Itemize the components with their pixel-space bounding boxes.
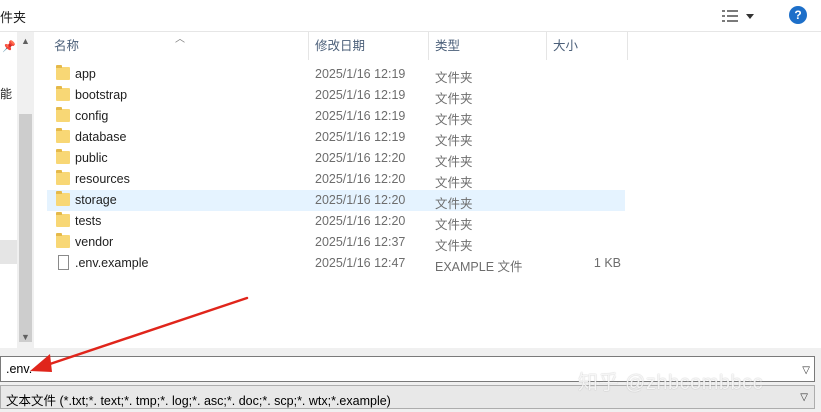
file-date: 2025/1/16 12:19 [315, 67, 406, 81]
folder-icon [56, 65, 70, 80]
help-button[interactable]: ? [789, 6, 807, 24]
file-type: 文件夹 [435, 155, 473, 169]
file-row[interactable]: database 2025/1/16 12:19 文件夹 [47, 127, 625, 148]
file-type: 文件夹 [435, 71, 473, 85]
column-header: ︿ 名称 修改日期 类型 大小 [34, 32, 821, 60]
file-type: 文件夹 [435, 113, 473, 127]
file-name: config [75, 109, 109, 123]
folder-icon [56, 149, 70, 164]
folder-icon [56, 212, 70, 227]
folder-icon [56, 86, 70, 101]
nav-item-selected[interactable] [0, 240, 17, 264]
file-row[interactable]: vendor 2025/1/16 12:37 文件夹 [47, 232, 625, 253]
filetype-selected: 文本文件 (*.txt;*. text;*. tmp;*. log;*. asc… [6, 394, 391, 408]
file-name: .env.example [75, 256, 149, 270]
file-type: 文件夹 [435, 197, 473, 211]
file-size: 1 KB [593, 256, 621, 270]
file-type: 文件夹 [435, 92, 473, 106]
file-name: bootstrap [75, 88, 128, 102]
file-type: 文件夹 [435, 239, 473, 253]
file-row[interactable]: bootstrap 2025/1/16 12:19 文件夹 [47, 85, 625, 106]
file-name: database [75, 130, 127, 144]
scroll-down-icon[interactable]: ▼ [21, 332, 30, 342]
file-icon [58, 255, 69, 270]
file-date: 2025/1/16 12:20 [315, 151, 406, 165]
file-name: storage [75, 193, 117, 207]
file-row[interactable]: .env.example 2025/1/16 12:47 EXAMPLE 文件 1 K… [47, 253, 625, 274]
window-title: 件夹 [0, 10, 27, 25]
folder-icon [56, 233, 70, 248]
folder-icon [56, 107, 70, 122]
change-view-button[interactable] [722, 6, 766, 26]
toolbar: 件夹 ? [0, 0, 821, 32]
file-row[interactable]: public 2025/1/16 12:20 文件夹 [47, 148, 625, 169]
file-date: 2025/1/16 12:37 [315, 235, 406, 249]
file-type: EXAMPLE 文件 [435, 260, 523, 274]
folder-icon [56, 191, 70, 206]
file-date: 2025/1/16 12:20 [315, 214, 406, 228]
details-view-icon [722, 10, 738, 22]
file-row[interactable]: tests 2025/1/16 12:20 文件夹 [47, 211, 625, 232]
file-row[interactable]: app 2025/1/16 12:19 文件夹 [47, 64, 625, 85]
file-row[interactable]: resources 2025/1/16 12:20 文件夹 [47, 169, 625, 190]
file-name: tests [75, 214, 102, 228]
column-size[interactable]: 大小 [547, 32, 628, 60]
scroll-up-icon[interactable]: ▲ [21, 36, 30, 46]
chevron-down-icon[interactable]: ▽ [802, 365, 810, 376]
file-name: public [75, 151, 108, 165]
column-date[interactable]: 修改日期 [309, 32, 429, 60]
column-name[interactable]: 名称 [48, 32, 309, 60]
file-name: vendor [75, 235, 114, 249]
file-row[interactable]: storage 2025/1/16 12:20 文件夹 [47, 190, 625, 211]
scroll-thumb[interactable] [19, 114, 32, 342]
folder-icon [56, 170, 70, 185]
chevron-down-icon: ▽ [800, 392, 808, 403]
column-type[interactable]: 类型 [429, 32, 547, 60]
file-name: app [75, 67, 96, 81]
file-date: 2025/1/16 12:47 [315, 256, 406, 270]
file-type: 文件夹 [435, 134, 473, 148]
nav-scrollbar[interactable]: ▲ ▼ [17, 32, 34, 348]
nav-item-label[interactable]: 能 [0, 85, 12, 102]
file-date: 2025/1/16 12:19 [315, 130, 406, 144]
pin-icon[interactable]: 📌 [2, 40, 16, 53]
file-date: 2025/1/16 12:19 [315, 88, 406, 102]
chevron-down-icon [746, 13, 754, 19]
file-date: 2025/1/16 12:19 [315, 109, 406, 123]
watermark: 知乎 @zhbcombbcc [578, 372, 764, 394]
file-row[interactable]: config 2025/1/16 12:19 文件夹 [47, 106, 625, 127]
folder-icon [56, 128, 70, 143]
file-type: 文件夹 [435, 176, 473, 190]
file-name: resources [75, 172, 130, 186]
file-date: 2025/1/16 12:20 [315, 193, 406, 207]
file-date: 2025/1/16 12:20 [315, 172, 406, 186]
file-type: 文件夹 [435, 218, 473, 232]
